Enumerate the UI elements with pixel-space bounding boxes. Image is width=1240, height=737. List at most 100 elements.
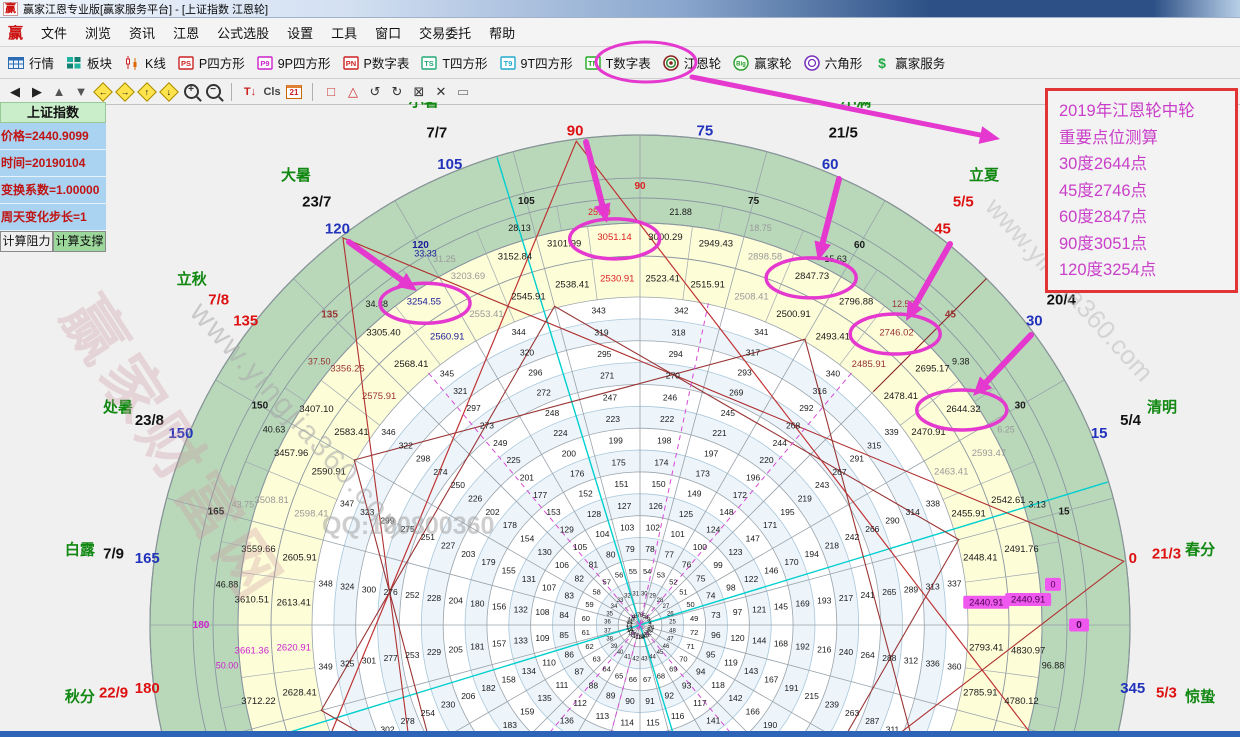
svg-text:360: 360 <box>947 661 961 671</box>
toolbar-button-gann-wheel[interactable]: 江恩轮 <box>660 51 731 74</box>
menu-item-6[interactable]: 设置 <box>278 19 322 46</box>
svg-text:90: 90 <box>567 122 584 139</box>
svg-text:小暑: 小暑 <box>409 102 439 110</box>
kline-icon <box>124 55 141 71</box>
toolbar-button-9p-square[interactable]: P99P四方形 <box>254 51 340 74</box>
triangle-tool-icon[interactable]: △ <box>343 82 363 102</box>
instrument-param-2: 时间=20190104 <box>0 150 106 177</box>
menu-item-7[interactable]: 工具 <box>322 19 366 46</box>
svg-text:192: 192 <box>796 641 810 651</box>
collapse-icon[interactable]: ✕ <box>431 82 451 102</box>
menu-item-2[interactable]: 浏览 <box>76 19 120 46</box>
rotate-ccw-icon[interactable]: ↺ <box>365 82 385 102</box>
toolbar-button-sectors[interactable]: 板块 <box>63 51 121 74</box>
toolbar-button-p-square[interactable]: PSP四方形 <box>175 51 254 74</box>
toolbar-button-hexagon[interactable]: 六角形 <box>801 51 872 74</box>
toolbar-button-t-square[interactable]: TST四方形 <box>418 51 496 74</box>
svg-text:34: 34 <box>611 604 618 610</box>
svg-text:180: 180 <box>193 620 210 631</box>
svg-text:194: 194 <box>805 549 819 559</box>
svg-text:49: 49 <box>690 614 698 623</box>
menu-item-8[interactable]: 窗口 <box>366 19 410 46</box>
toolbar-button-9t-square[interactable]: T99T四方形 <box>497 51 582 74</box>
menu-item-10[interactable]: 帮助 <box>480 19 524 46</box>
rotate-cw-icon[interactable]: ↻ <box>387 82 407 102</box>
svg-text:6.25: 6.25 <box>997 424 1015 434</box>
svg-text:149: 149 <box>687 489 701 499</box>
svg-text:9.38: 9.38 <box>952 357 970 367</box>
svg-text:105: 105 <box>573 542 587 552</box>
svg-text:34.38: 34.38 <box>365 299 388 309</box>
annotation-line-5: 60度2847点 <box>1059 204 1235 231</box>
cls-icon[interactable]: Cls <box>262 82 282 102</box>
toolbar-label-p-number-table: P数字表 <box>364 53 410 72</box>
svg-text:15: 15 <box>1091 425 1108 442</box>
svg-text:2628.41: 2628.41 <box>282 688 316 699</box>
svg-text:75: 75 <box>748 196 760 207</box>
svg-text:242: 242 <box>845 532 859 542</box>
svg-text:3101.99: 3101.99 <box>547 238 581 249</box>
svg-text:55: 55 <box>629 567 637 576</box>
zoom-out-icon[interactable]: − <box>203 82 223 102</box>
page-prev-icon[interactable]: ◀ <box>5 82 25 102</box>
diamond-left-icon[interactable]: ← <box>93 82 113 102</box>
svg-text:201: 201 <box>520 473 534 483</box>
calendar-icon[interactable]: 21 <box>284 82 304 102</box>
cursor-up-icon[interactable]: ▲ <box>49 82 69 102</box>
toolbar-button-winner-wheel[interactable]: Big赢家轮 <box>730 51 801 74</box>
dollar-icon: $ <box>874 55 891 71</box>
toolbar-label-hexagon: 六角形 <box>825 53 863 72</box>
screen-icon[interactable]: ▭ <box>453 82 473 102</box>
svg-text:7/8: 7/8 <box>208 292 229 309</box>
svg-text:336: 336 <box>926 659 940 669</box>
svg-text:135: 135 <box>233 312 258 329</box>
toolbar-button-winner-service[interactable]: $赢家服务 <box>871 51 954 74</box>
svg-text:85: 85 <box>559 630 569 640</box>
svg-text:立秋: 立秋 <box>177 270 208 288</box>
calc-support-button[interactable]: 计算支撑 <box>53 231 106 252</box>
svg-text:2493.41: 2493.41 <box>816 331 850 342</box>
svg-text:135: 135 <box>537 693 551 703</box>
svg-text:171: 171 <box>763 520 777 530</box>
svg-text:117: 117 <box>693 698 707 708</box>
svg-text:78: 78 <box>645 544 655 554</box>
svg-text:276: 276 <box>384 587 398 597</box>
toolbar-button-t-number-table[interactable]: TNT数字表 <box>582 51 660 74</box>
svg-text:42: 42 <box>632 657 639 663</box>
calc-resistance-button[interactable]: 计算阻力 <box>0 231 53 252</box>
toolbar-button-p-number-table[interactable]: PNP数字表 <box>340 51 419 74</box>
svg-text:227: 227 <box>441 541 455 551</box>
diamond-down-icon[interactable]: ↓ <box>159 82 179 102</box>
svg-text:291: 291 <box>850 454 864 464</box>
cursor-down-icon[interactable]: ▼ <box>71 82 91 102</box>
svg-text:60: 60 <box>854 240 866 251</box>
svg-text:338: 338 <box>926 499 940 509</box>
toolbar-button-quotes[interactable]: 行情 <box>5 51 63 74</box>
svg-text:172: 172 <box>733 490 747 500</box>
toolbar-label-p-square: P四方形 <box>199 53 245 72</box>
menu-item-1[interactable]: 文件 <box>32 19 76 46</box>
svg-text:101: 101 <box>671 529 685 539</box>
svg-text:28.13: 28.13 <box>508 223 531 233</box>
box-x-icon[interactable]: ⊠ <box>409 82 429 102</box>
menu-item-5[interactable]: 公式选股 <box>208 19 278 46</box>
svg-text:347: 347 <box>340 499 354 509</box>
diamond-up-icon[interactable]: ↑ <box>137 82 157 102</box>
zoom-in-icon[interactable]: + <box>181 82 201 102</box>
svg-text:301: 301 <box>362 656 376 666</box>
diamond-right-icon[interactable]: → <box>115 82 135 102</box>
svg-text:228: 228 <box>427 593 441 603</box>
menu-item-4[interactable]: 江恩 <box>164 19 208 46</box>
menu-item-9[interactable]: 交易委托 <box>410 19 480 46</box>
svg-text:46: 46 <box>663 644 670 650</box>
toolbar-button-kline[interactable]: K线 <box>121 51 175 74</box>
svg-text:20/4: 20/4 <box>1047 292 1077 309</box>
svg-text:3356.25: 3356.25 <box>330 364 364 375</box>
menu-item-3[interactable]: 资讯 <box>120 19 164 46</box>
measure-icon[interactable]: T↓ <box>240 82 260 102</box>
svg-text:100: 100 <box>693 542 707 552</box>
rect-tool-icon[interactable]: □ <box>321 82 341 102</box>
svg-text:135: 135 <box>321 310 338 321</box>
svg-text:立夏: 立夏 <box>969 166 1000 184</box>
page-next-icon[interactable]: ▶ <box>27 82 47 102</box>
